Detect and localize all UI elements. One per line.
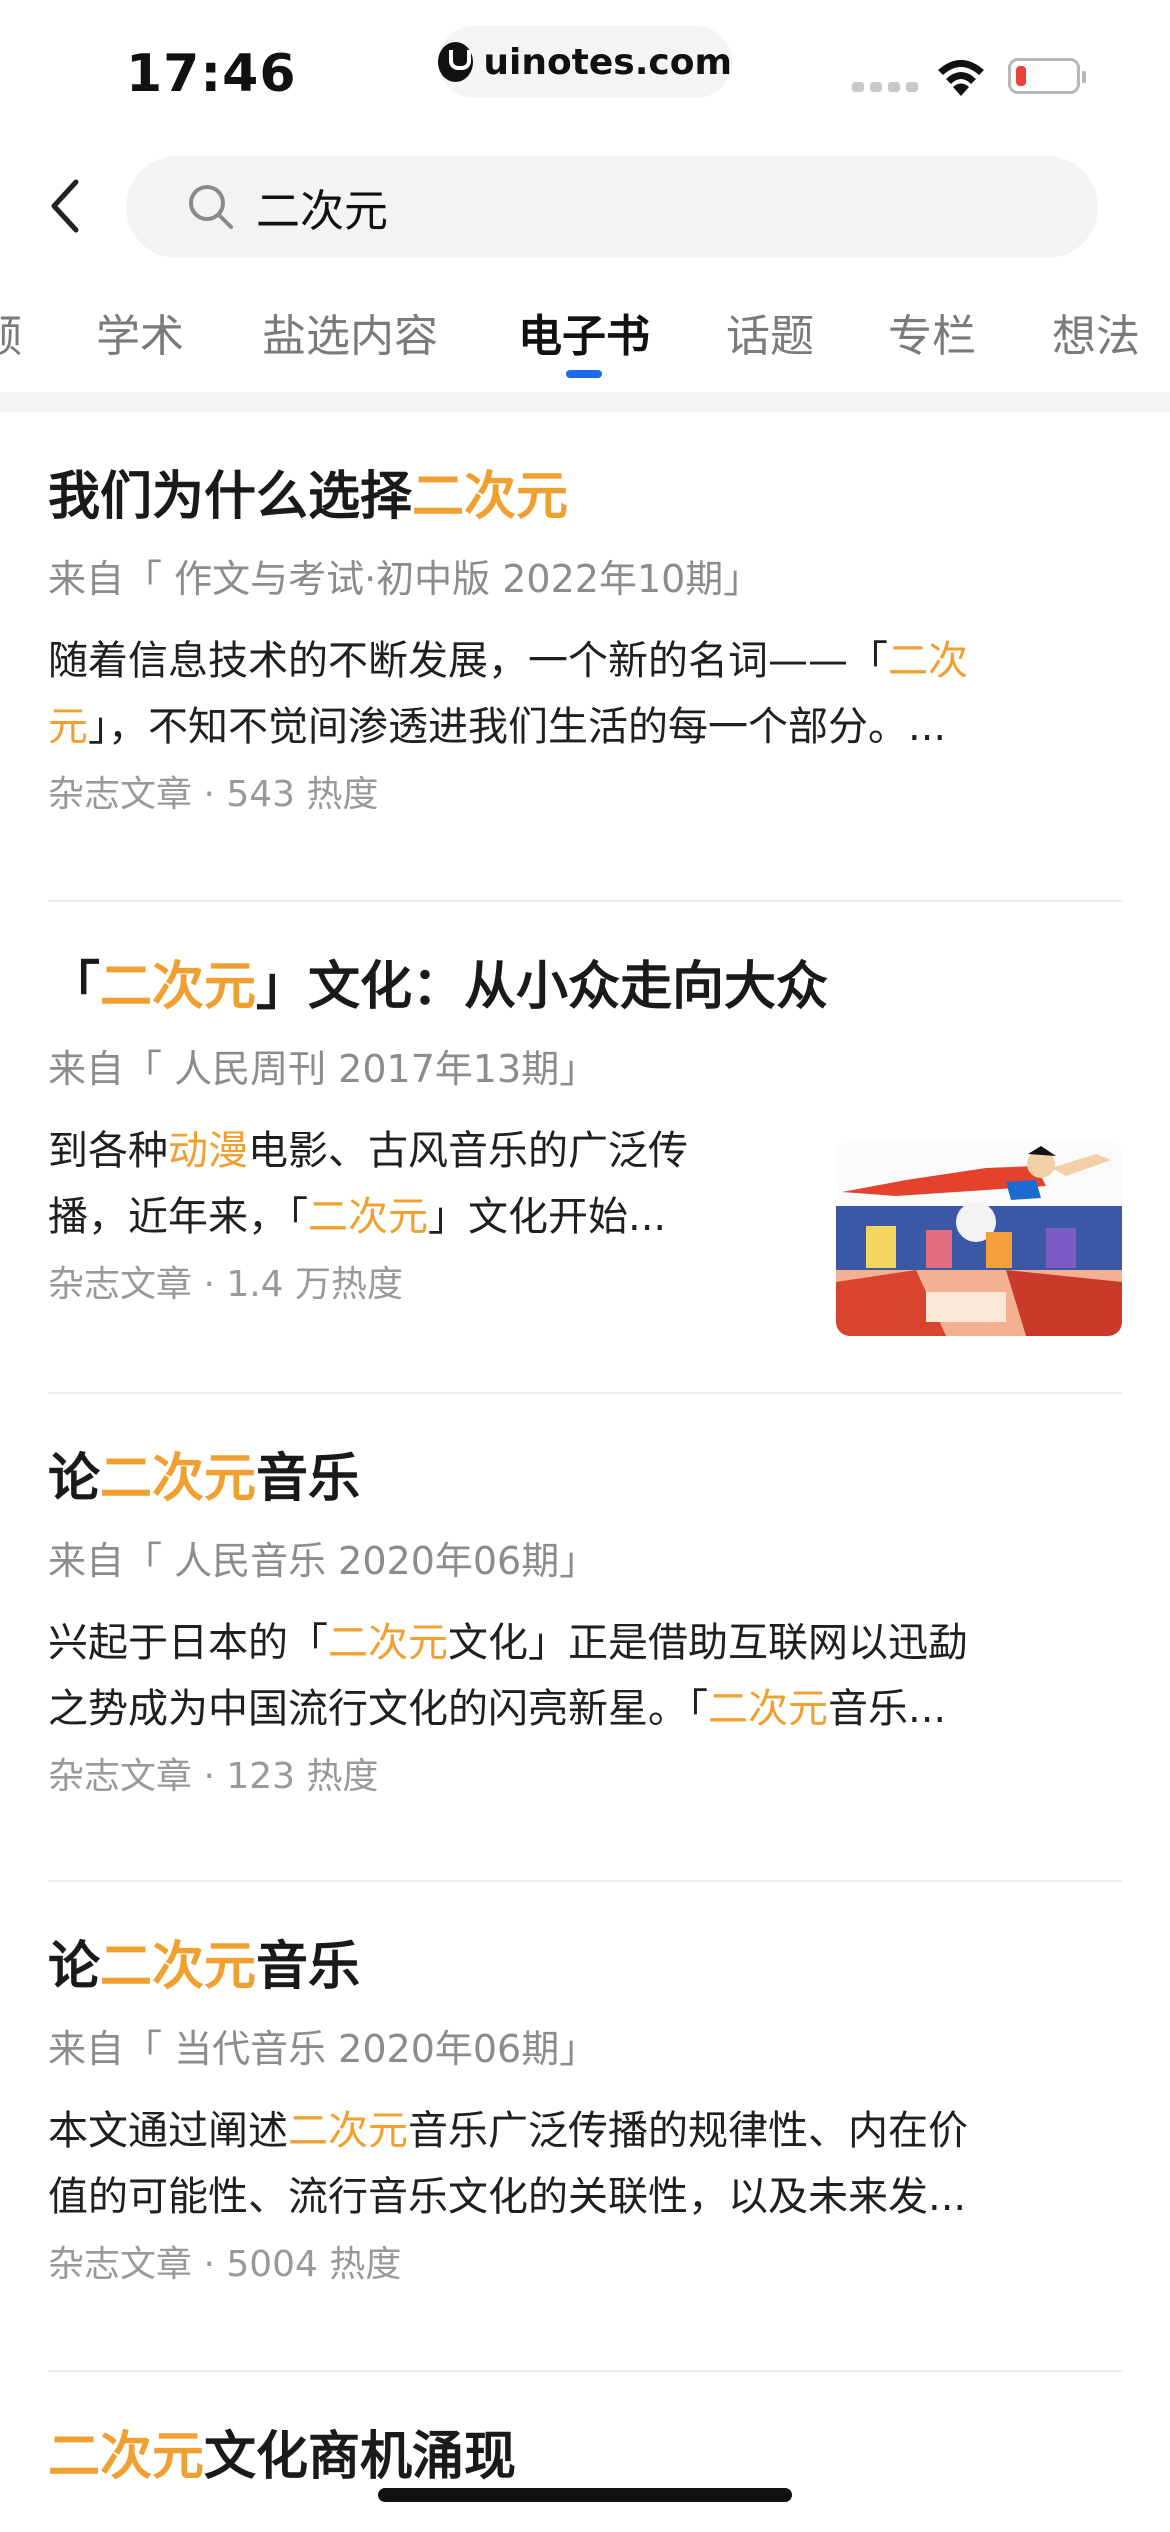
divider (48, 900, 1122, 902)
search-query: 二次元 (256, 186, 388, 237)
result-source: 来自「 当代音乐 2020年06期」 (48, 2027, 598, 2071)
tab-columns[interactable]: 专栏 (888, 300, 976, 364)
result-item[interactable]: 「二次元」文化：从小众走向大众 来自「 人民周刊 2017年13期」 到各种动漫… (48, 952, 1122, 1336)
result-item[interactable]: 论二次元音乐 来自「 当代音乐 2020年06期」 本文通过阐述二次元音乐广泛传… (48, 1932, 1122, 2290)
tabs-divider (0, 392, 1170, 412)
site-logo-icon (438, 42, 474, 82)
result-meta: 杂志文章 · 543 热度 (48, 774, 379, 815)
battery-low-icon (1008, 58, 1086, 94)
result-title: 论二次元音乐 (48, 1449, 361, 1509)
result-thumbnail (836, 1142, 1122, 1336)
site-label: uinotes.com (483, 41, 732, 83)
wifi-icon (938, 60, 984, 96)
tab-ideas[interactable]: 想法 (1052, 300, 1140, 364)
result-title: 论二次元音乐 (48, 1937, 361, 1997)
tab-academic[interactable]: 学术 (96, 300, 184, 364)
result-meta: 杂志文章 · 1.4 万热度 (48, 1264, 404, 1305)
back-icon (51, 179, 79, 233)
status-bar: 17:46 uinotes.com (0, 0, 1170, 140)
active-tab-indicator (566, 370, 602, 378)
result-source: 来自「 人民周刊 2017年13期」 (48, 1047, 598, 1091)
result-item[interactable]: 二次元文化商机涌现 (48, 2422, 1122, 2492)
category-tabs: 频 学术 盐选内容 电子书 话题 专栏 想法 (0, 290, 1170, 380)
site-pill: uinotes.com (438, 26, 732, 98)
result-item[interactable]: 我们为什么选择二次元 来自「 作文与考试·初中版 2022年10期」 随着信息技… (48, 462, 1122, 820)
result-meta: 杂志文章 · 5004 热度 (48, 2244, 402, 2285)
divider (48, 1392, 1122, 1394)
result-title: 我们为什么选择二次元 (48, 467, 569, 527)
divider (48, 2370, 1122, 2372)
tab-selected-content[interactable]: 盐选内容 (262, 300, 438, 364)
divider (48, 1880, 1122, 1882)
anime-collage-image (836, 1142, 1122, 1336)
home-indicator[interactable] (378, 2488, 792, 2502)
signal-icon (852, 82, 918, 92)
result-snippet: 到各种动漫电影、古风音乐的广泛传 播，近年来，「二次元」文化开始... (48, 1128, 688, 1240)
result-item[interactable]: 论二次元音乐 来自「 人民音乐 2020年06期」 兴起于日本的「二次元文化」正… (48, 1444, 1122, 1802)
tab-topics[interactable]: 话题 (726, 300, 814, 364)
search-icon (189, 185, 233, 229)
result-snippet: 兴起于日本的「二次元文化」正是借助互联网以迅勐 之势成为中国流行文化的闪亮新星。… (48, 1620, 968, 1732)
back-button[interactable] (36, 170, 92, 242)
status-time: 17:46 (126, 44, 297, 104)
result-source: 来自「 作文与考试·初中版 2022年10期」 (48, 557, 762, 601)
tab-ebook[interactable]: 电子书 (518, 300, 650, 364)
result-title: 「二次元」文化：从小众走向大众 (48, 957, 829, 1017)
result-meta: 杂志文章 · 123 热度 (48, 1756, 379, 1797)
result-snippet: 本文通过阐述二次元音乐广泛传播的规律性、内在价 值的可能性、流行音乐文化的关联性… (48, 2108, 968, 2220)
search-input[interactable]: 二次元 (126, 156, 1098, 258)
search-results-screen: 17:46 uinotes.com 二次元 频 学术 盐选内容 电子书 (0, 0, 1170, 2532)
tab-partial-first[interactable]: 频 (0, 300, 22, 364)
result-snippet: 随着信息技术的不断发展，一个新的名词——「二次 元」，不知不觉间渗透进我们生活的… (48, 638, 968, 750)
result-title: 二次元文化商机涌现 (48, 2427, 517, 2487)
result-source: 来自「 人民音乐 2020年06期」 (48, 1539, 598, 1583)
